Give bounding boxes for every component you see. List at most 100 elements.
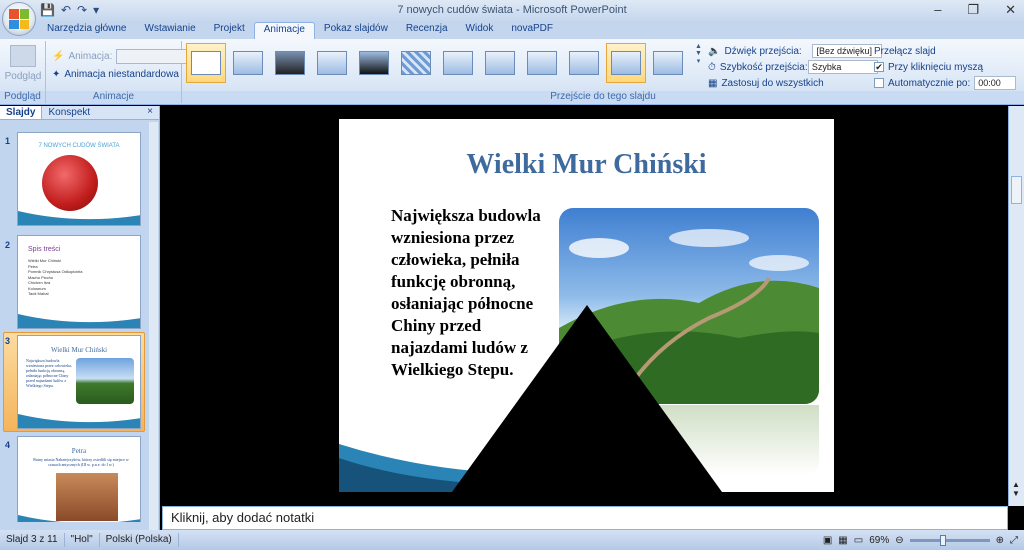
- transition-none[interactable]: [186, 43, 226, 83]
- custom-animation-button[interactable]: ✦ Animacja niestandardowa: [52, 69, 179, 80]
- slide-canvas: Wielki Mur Chiński Największa budowla wz…: [162, 106, 1008, 506]
- slide-number: 1: [5, 136, 11, 146]
- tab-novapdf[interactable]: novaPDF: [502, 22, 562, 39]
- zoom-slider[interactable]: [909, 534, 990, 546]
- slide-body-text[interactable]: Największa budowla wzniesiona przez czło…: [391, 205, 561, 381]
- split-icon: [611, 51, 641, 75]
- wave-decoration: [18, 211, 140, 225]
- zoom-level[interactable]: 69%: [869, 535, 889, 546]
- transition-wipe-left[interactable]: [480, 43, 520, 83]
- sound-select[interactable]: [Bez dźwięku]: [812, 44, 883, 58]
- transition-split[interactable]: [606, 43, 646, 83]
- apply-all-icon: ▦: [708, 77, 718, 89]
- transition-wipe-right[interactable]: [522, 43, 562, 83]
- transition-wipe-up[interactable]: [564, 43, 604, 83]
- gallery-down-icon[interactable]: ▼: [694, 50, 703, 57]
- zoom-in-icon[interactable]: ⊕: [996, 535, 1004, 546]
- slide-number: 4: [5, 440, 11, 450]
- slide-number: 3: [5, 336, 11, 346]
- slide-thumb-3[interactable]: Wielki Mur Chiński Największa budowla wz…: [17, 335, 141, 429]
- fit-window-icon[interactable]: ⤢: [1010, 535, 1018, 546]
- notes-pane[interactable]: Kliknij, aby dodać notatki: [162, 506, 1008, 530]
- transition-cut-black-icon: [359, 51, 389, 75]
- thumb-title: 7 NOWYCH CUDÓW ŚWIATA: [38, 143, 120, 149]
- thumb-title: Petra: [71, 447, 87, 455]
- transition-options: 🔈 Dźwięk przejścia: [Bez dźwięku] ⏱ Szyb…: [708, 43, 883, 91]
- preview-group-label: Podgląd: [0, 91, 45, 103]
- sorter-view-icon[interactable]: ▦: [838, 535, 847, 546]
- custom-animation-label: Animacja niestandardowa: [64, 69, 179, 80]
- slide-title[interactable]: Wielki Mur Chiński: [339, 149, 834, 181]
- tab-animations[interactable]: Animacje: [253, 22, 315, 39]
- transition-push[interactable]: [648, 43, 688, 83]
- gallery-up-icon[interactable]: ▲: [694, 43, 703, 50]
- custom-animation-icon: ✦: [52, 69, 61, 80]
- preview-button[interactable]: Podgląd: [4, 43, 42, 87]
- minimize-button[interactable]: –: [934, 2, 941, 18]
- tab-review[interactable]: Recenzja: [397, 22, 457, 39]
- tab-outline[interactable]: Konspekt: [42, 106, 96, 119]
- prev-next-slide-icon[interactable]: ▲ ▼: [1012, 480, 1020, 498]
- transition-wipe-down[interactable]: [438, 43, 478, 83]
- transition-fade[interactable]: [228, 43, 268, 83]
- speed-select[interactable]: Szybka: [807, 60, 878, 74]
- gallery-more-icon[interactable]: ▾: [694, 57, 703, 65]
- canvas-scrollbar[interactable]: ▲ ▼: [1008, 106, 1024, 506]
- thumb-list: Wielki Mur Chiński Petra Pomnik Chrystus…: [28, 258, 82, 297]
- slide-thumbnails: 1 7 NOWYCH CUDÓW ŚWIATA 2 Spis treści Wi…: [0, 122, 150, 522]
- thumb-list-item: Pomnik Chrystusa Odkupiciela: [28, 269, 83, 274]
- gallery-scroll[interactable]: ▲ ▼ ▾: [694, 43, 703, 85]
- auto-checkbox[interactable]: [874, 78, 884, 88]
- tab-insert[interactable]: Wstawianie: [136, 22, 205, 39]
- apply-all-button[interactable]: ▦ Zastosuj do wszystkich: [708, 75, 882, 91]
- animation-row: ⚡ Animacja:: [52, 49, 189, 64]
- title-bar: 💾 ↶ ↷ ▾ 7 nowych cudów świata - Microsof…: [0, 0, 1024, 36]
- transition-dissolve[interactable]: [396, 43, 436, 83]
- restore-button[interactable]: ❐: [967, 2, 979, 18]
- transition-cut[interactable]: [312, 43, 352, 83]
- speed-row: ⏱ Szybkość przejścia: Szybka: [708, 59, 882, 75]
- transition-none-icon: [191, 51, 221, 75]
- slide-thumb-1[interactable]: 7 NOWYCH CUDÓW ŚWIATA: [17, 132, 141, 226]
- language[interactable]: Polski (Polska): [100, 533, 179, 547]
- preview-icon: [10, 45, 36, 67]
- slide-thumb-2[interactable]: Spis treści Wielki Mur Chiński Petra Pom…: [17, 235, 141, 329]
- on-click-label: Przy kliknięciu myszą: [888, 61, 984, 73]
- speed-icon: ⏱: [708, 61, 716, 73]
- animation-combo[interactable]: [116, 49, 189, 64]
- sound-row: 🔈 Dźwięk przejścia: [Bez dźwięku]: [708, 43, 883, 59]
- current-slide[interactable]: Wielki Mur Chiński Największa budowla wz…: [339, 119, 834, 492]
- tab-slideshow[interactable]: Pokaz slajdów: [315, 22, 397, 39]
- close-pane-icon[interactable]: ×: [141, 106, 159, 119]
- thumb-title: Wielki Mur Chiński: [50, 346, 108, 354]
- advance-options: Przełącz slajd ✔ Przy kliknięciu myszą A…: [874, 43, 1020, 91]
- scroll-thumb[interactable]: [1011, 176, 1022, 204]
- slides-pane-tabs: Slajdy Konspekt ×: [0, 106, 159, 120]
- tab-design[interactable]: Projekt: [205, 22, 254, 39]
- normal-view-icon[interactable]: ▣: [823, 535, 832, 546]
- transition-cut-black[interactable]: [354, 43, 394, 83]
- auto-time-input[interactable]: 00:00: [974, 76, 1017, 90]
- on-click-row[interactable]: ✔ Przy kliknięciu myszą: [874, 59, 1020, 75]
- tab-home[interactable]: Narzędzia główne: [38, 22, 136, 39]
- thumb-title: Spis treści: [28, 246, 61, 253]
- slide-thumb-4[interactable]: Petra Ruiny miasta Nabatejczyków, którzy…: [17, 436, 141, 522]
- office-button[interactable]: [2, 2, 36, 36]
- preview-label: Podgląd: [4, 71, 42, 82]
- wipe-left-icon: [485, 51, 515, 75]
- speed-label: Szybkość przejścia:: [719, 61, 808, 73]
- apply-all-label: Zastosuj do wszystkich: [721, 77, 824, 89]
- thumb-body: Ruiny miasta Nabatejczyków, którzy osied…: [33, 457, 129, 467]
- window-controls: – ❐ ✕: [934, 2, 1016, 18]
- slideshow-view-icon[interactable]: ▭: [854, 535, 863, 546]
- transition-fade-black[interactable]: [270, 43, 310, 83]
- thumb-list-item: Tadż Mahal: [28, 291, 49, 296]
- slides-pane-scrollbar[interactable]: [149, 122, 158, 530]
- tab-view[interactable]: Widok: [457, 22, 503, 39]
- zoom-out-icon[interactable]: ⊖: [895, 535, 903, 546]
- zoom-slider-handle[interactable]: [939, 534, 946, 546]
- close-button[interactable]: ✕: [1005, 2, 1016, 18]
- tab-slides[interactable]: Slajdy: [0, 106, 43, 119]
- sound-label: Dźwięk przejścia:: [724, 45, 802, 57]
- on-click-checkbox[interactable]: ✔: [874, 62, 884, 72]
